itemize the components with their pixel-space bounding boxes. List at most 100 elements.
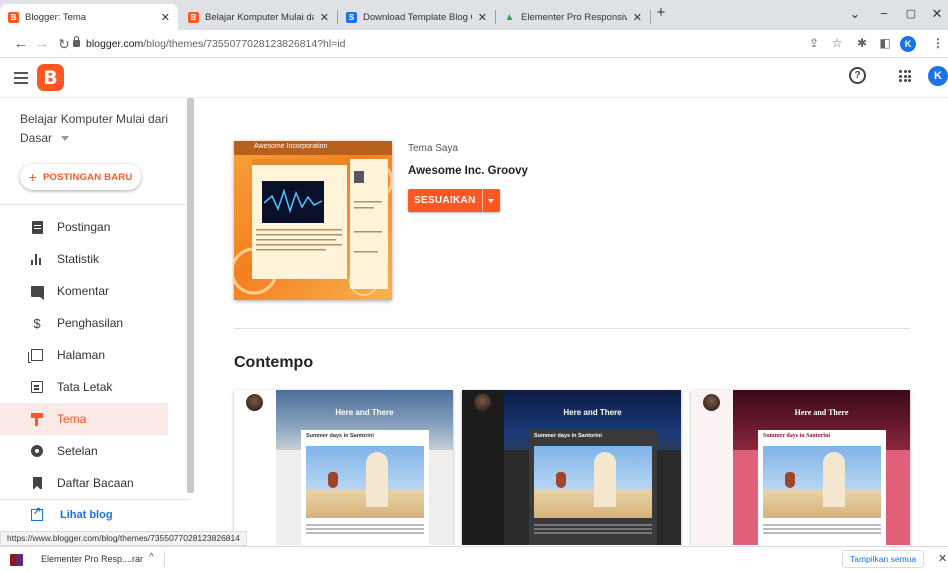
posts-icon: [30, 220, 44, 234]
site-favicon-icon: S: [346, 11, 357, 23]
lock-icon[interactable]: [73, 36, 80, 47]
restore-button[interactable]: ▢: [902, 7, 920, 20]
sidebar-item-label: Setelan: [57, 444, 98, 458]
status-url-bubble: https://www.blogger.com/blog/themes/7355…: [0, 531, 247, 546]
card-hero-title: Here and There: [335, 408, 394, 417]
section-divider: [234, 328, 910, 329]
download-file-name[interactable]: Elementer Pro Resp....rar: [41, 554, 143, 564]
card-post: Summer days in Santorini: [301, 430, 429, 545]
profile-photo: [474, 394, 491, 411]
sidebar-scrollbar[interactable]: [187, 98, 194, 493]
groovy-theme-thumbnail: [234, 141, 392, 296]
back-arrow-icon[interactable]: ←: [12, 35, 30, 53]
tab-title: Download Template Blog Gratis: [363, 11, 472, 23]
reading-list-icon: [30, 476, 44, 490]
address-bar[interactable]: blogger.com/blog/themes/7355077028123826…: [86, 35, 346, 53]
tab-elementer-pro[interactable]: ▲ Elementer Pro Responsive Blogg ✕: [496, 4, 650, 30]
reload-icon[interactable]: ↻: [55, 35, 73, 53]
my-theme-label: Tema Saya: [408, 143, 459, 154]
share-icon[interactable]: ⇪: [806, 36, 822, 50]
blog-selector[interactable]: Belajar Komputer Mulai dari Dasar: [20, 110, 170, 148]
tab-belajar-komputer[interactable]: B Belajar Komputer Mulai dari Das ✕: [180, 4, 337, 30]
sidebar-item-halaman[interactable]: Halaman: [0, 340, 168, 370]
sidepanel-icon[interactable]: ◧: [877, 36, 893, 50]
sidebar-item-postingan[interactable]: Postingan: [0, 212, 168, 242]
star-icon[interactable]: ☆: [829, 36, 845, 50]
sidebar-item-komentar[interactable]: Komentar: [0, 276, 168, 306]
main-content: Awesome Incorporation Tema Saya Awesome …: [194, 98, 948, 545]
tab-download-template[interactable]: S Download Template Blog Gratis ✕: [338, 4, 495, 30]
thumbnail-blog-title: Awesome Incorporation: [254, 143, 328, 150]
close-download-bar-icon[interactable]: ✕: [938, 552, 947, 565]
card-post: Summer days in Santorini: [529, 430, 657, 545]
stats-icon: [30, 252, 44, 266]
section-title-contempo: Contempo: [234, 354, 314, 371]
current-theme-preview[interactable]: Awesome Incorporation: [234, 141, 392, 300]
sidebar-item-daftar-bacaan[interactable]: Daftar Bacaan: [0, 468, 168, 498]
close-tab-icon[interactable]: ✕: [478, 11, 487, 24]
card-post-title: Summer days in Santorini: [534, 433, 602, 439]
account-avatar[interactable]: K: [928, 66, 948, 86]
tab-title: Blogger: Tema: [25, 11, 87, 23]
forward-arrow-icon[interactable]: →: [33, 35, 51, 53]
close-tab-icon[interactable]: ✕: [320, 11, 329, 24]
sidebar-item-label: Lihat blog: [60, 509, 113, 521]
card-sidebar: [462, 390, 504, 545]
open-in-new-icon: [30, 506, 44, 522]
new-post-button[interactable]: + POSTINGAN BARU: [20, 164, 141, 190]
card-hero-title: Here and There: [563, 408, 622, 417]
new-post-label: POSTINGAN BARU: [43, 171, 133, 183]
download-options-caret-icon[interactable]: ^: [149, 552, 154, 563]
browser-toolbar: ← → ↻ blogger.com/blog/themes/7355077028…: [0, 30, 948, 58]
profile-photo: [703, 394, 720, 411]
sidebar-item-lihat-blog[interactable]: Lihat blog: [0, 500, 168, 530]
card-sidebar: [234, 390, 276, 545]
hamburger-menu-icon[interactable]: [14, 72, 28, 84]
santorini-image: [534, 446, 652, 518]
theme-icon: [30, 412, 44, 426]
sidebar-item-setelan[interactable]: Setelan: [0, 436, 168, 466]
apps-grid-icon[interactable]: [899, 70, 911, 82]
close-tab-icon[interactable]: ✕: [633, 11, 642, 24]
sidebar-item-label: Halaman: [57, 348, 106, 362]
url-domain: blogger.com: [86, 38, 144, 50]
close-tab-icon[interactable]: ✕: [161, 11, 170, 24]
download-separator: [164, 551, 165, 567]
sidebar-item-tata-letak[interactable]: Tata Letak: [0, 372, 168, 402]
tab-separator: [650, 10, 651, 24]
help-icon[interactable]: ?: [849, 67, 866, 84]
sidebar-item-tema[interactable]: Tema: [0, 403, 168, 435]
customize-dropdown-icon[interactable]: [481, 189, 500, 212]
theme-card-contempo-light[interactable]: Here and There Summer days in Santorini: [234, 390, 453, 545]
customize-button[interactable]: SESUAIKAN: [408, 189, 500, 212]
minimize-button[interactable]: −: [875, 6, 893, 21]
comments-icon: [30, 284, 44, 300]
theme-card-contempo-dark[interactable]: Here and There Summer days in Santorini: [462, 390, 681, 545]
plus-icon: +: [28, 169, 38, 185]
santorini-image: [306, 446, 424, 518]
customize-label[interactable]: SESUAIKAN: [408, 189, 482, 212]
theme-card-contempo-pink[interactable]: Here and There Summer days in Santorini: [691, 390, 910, 545]
show-all-downloads-button[interactable]: Tampilkan semua: [842, 550, 925, 568]
sidebar-item-label: Komentar: [57, 284, 110, 298]
menu-icon[interactable]: ⋮: [930, 36, 946, 50]
blog-name: Belajar Komputer Mulai dari Dasar: [20, 112, 169, 145]
card-post-title: Summer days in Santorini: [763, 433, 831, 439]
close-window-button[interactable]: ✕: [928, 6, 946, 22]
blogger-logo[interactable]: B: [37, 64, 64, 91]
card-post-title: Summer days in Santorini: [306, 433, 374, 439]
blogger-favicon-icon: B: [8, 11, 19, 23]
sidebar-item-statistik[interactable]: Statistik: [0, 244, 168, 274]
sidebar-item-penghasilan[interactable]: $ Penghasilan: [0, 308, 168, 338]
card-hero-title: Here and There: [794, 408, 849, 417]
sidebar-item-label: Postingan: [57, 220, 111, 234]
browser-tab-strip: B Blogger: Tema ✕ B Belajar Komputer Mul…: [0, 0, 948, 30]
sidebar-item-label: Penghasilan: [57, 316, 124, 330]
tab-search-button[interactable]: ⌄: [846, 6, 864, 22]
extensions-icon[interactable]: ✱: [854, 36, 870, 50]
card-sidebar: [691, 390, 733, 545]
blogger-header: B ? K: [0, 58, 948, 98]
profile-icon[interactable]: K: [900, 36, 916, 52]
tab-blogger-tema[interactable]: B Blogger: Tema ✕: [0, 4, 178, 30]
new-tab-button[interactable]: +: [652, 4, 670, 21]
